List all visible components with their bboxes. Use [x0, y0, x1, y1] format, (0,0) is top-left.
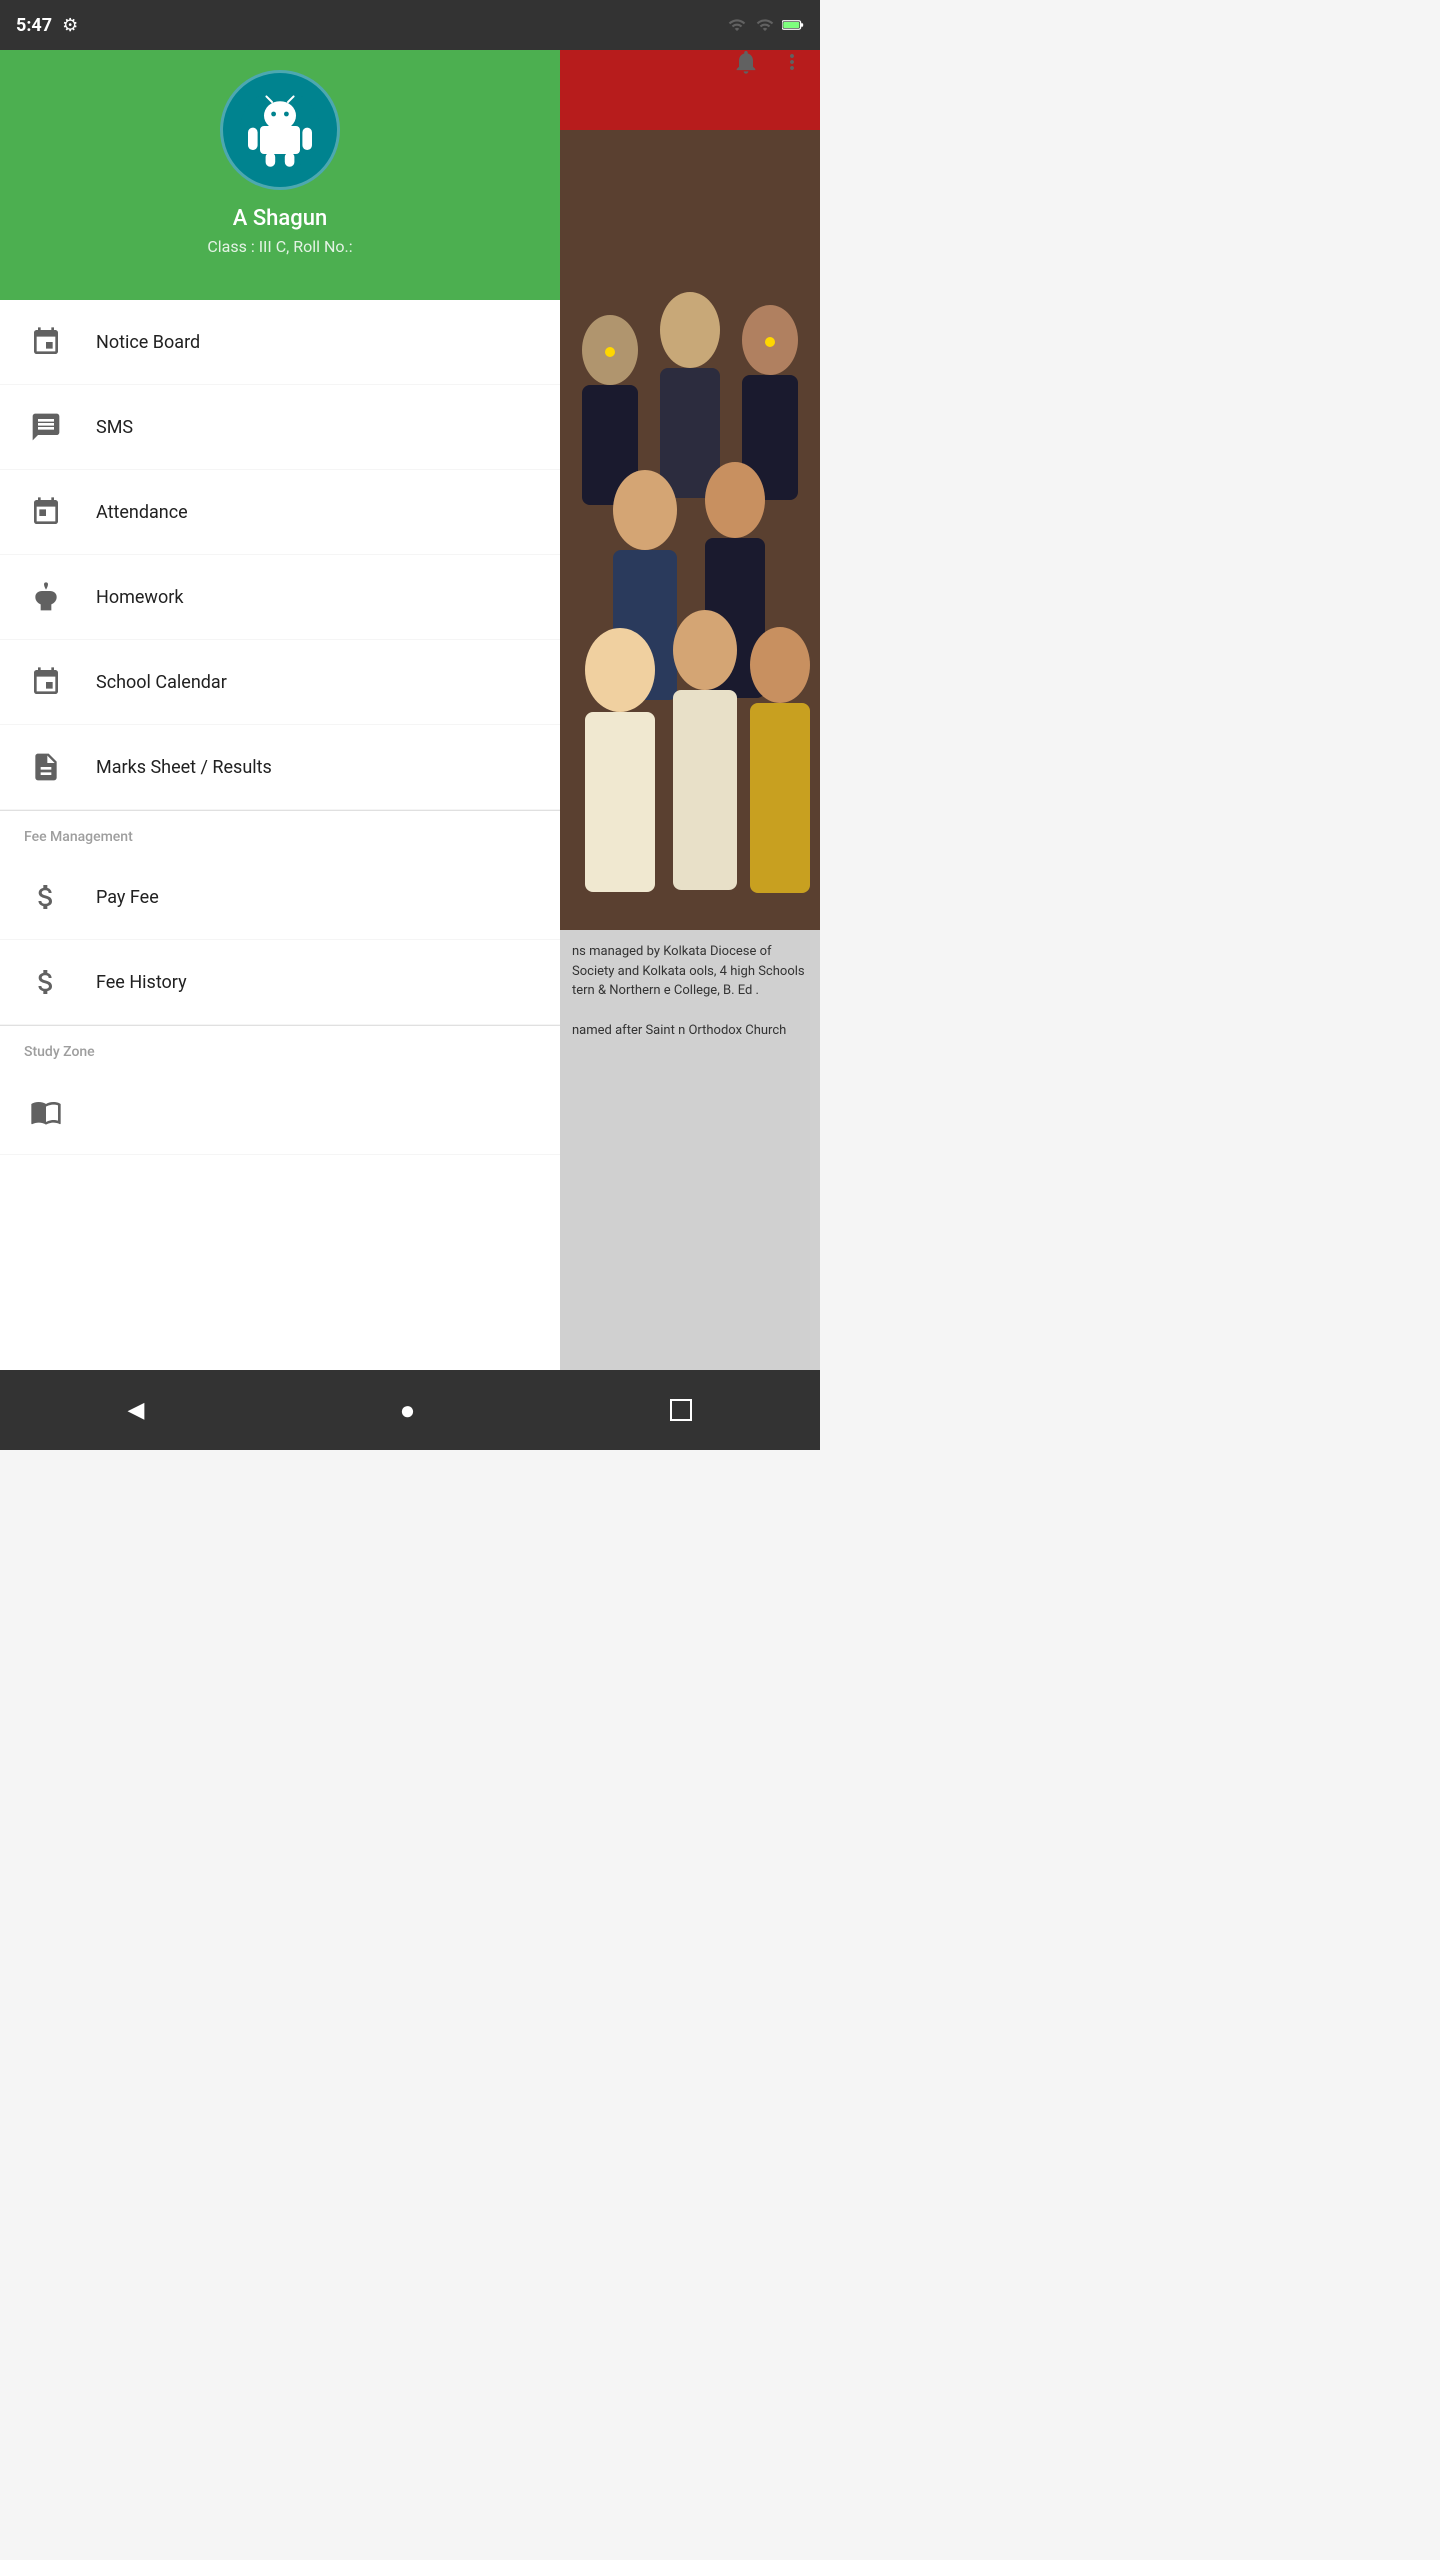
- bottom-nav: ◀ ●: [0, 1370, 820, 1450]
- battery-icon: [782, 18, 804, 32]
- sms-label: SMS: [96, 417, 133, 438]
- fee-history-icon: [24, 960, 68, 1004]
- study-icon: [24, 1090, 68, 1134]
- back-button[interactable]: ◀: [128, 1398, 145, 1423]
- sidebar-item-study-zone[interactable]: [0, 1070, 560, 1155]
- sidebar-item-homework[interactable]: Homework: [0, 555, 560, 640]
- study-zone-section-header: Study Zone: [0, 1025, 560, 1070]
- message-icon: [24, 405, 68, 449]
- wifi-icon: [726, 16, 748, 34]
- recents-button[interactable]: [670, 1399, 692, 1421]
- avatar: [220, 70, 340, 190]
- notification-icon[interactable]: [732, 48, 760, 83]
- fee-management-section-header: Fee Management: [0, 810, 560, 855]
- pin-icon: [24, 320, 68, 364]
- marks-sheet-icon: [24, 745, 68, 789]
- user-name: A Shagun: [233, 206, 327, 231]
- marks-sheet-label: Marks Sheet / Results: [96, 757, 272, 778]
- sidebar-item-attendance[interactable]: Attendance: [0, 470, 560, 555]
- sidebar-item-marks-sheet[interactable]: Marks Sheet / Results: [0, 725, 560, 810]
- sidebar-item-school-calendar[interactable]: School Calendar: [0, 640, 560, 725]
- school-calendar-icon: [24, 660, 68, 704]
- school-calendar-label: School Calendar: [96, 672, 227, 693]
- user-info: Class : III C, Roll No.:: [207, 237, 352, 256]
- signal-icon: [756, 16, 774, 34]
- attendance-label: Attendance: [96, 502, 188, 523]
- sidebar-item-notice-board[interactable]: Notice Board: [0, 300, 560, 385]
- pay-fee-icon: [24, 875, 68, 919]
- menu-list: Notice Board SMS Attendance: [0, 300, 560, 1450]
- pay-fee-label: Pay Fee: [96, 887, 159, 908]
- attendance-icon: [24, 490, 68, 534]
- home-button[interactable]: ●: [400, 1395, 416, 1426]
- fee-history-label: Fee History: [96, 972, 187, 993]
- sidebar-item-sms[interactable]: SMS: [0, 385, 560, 470]
- more-options-icon[interactable]: [780, 50, 804, 81]
- navigation-drawer: A Shagun Class : III C, Roll No.: Notice…: [0, 0, 560, 1450]
- notice-board-label: Notice Board: [96, 332, 200, 353]
- status-bar: 5:47 ⚙: [0, 0, 820, 50]
- status-time: 5:47: [16, 15, 52, 36]
- settings-icon: ⚙: [62, 15, 78, 36]
- homework-icon: [24, 575, 68, 619]
- sidebar-item-fee-history[interactable]: Fee History: [0, 940, 560, 1025]
- sidebar-item-pay-fee[interactable]: Pay Fee: [0, 855, 560, 940]
- homework-label: Homework: [96, 587, 183, 608]
